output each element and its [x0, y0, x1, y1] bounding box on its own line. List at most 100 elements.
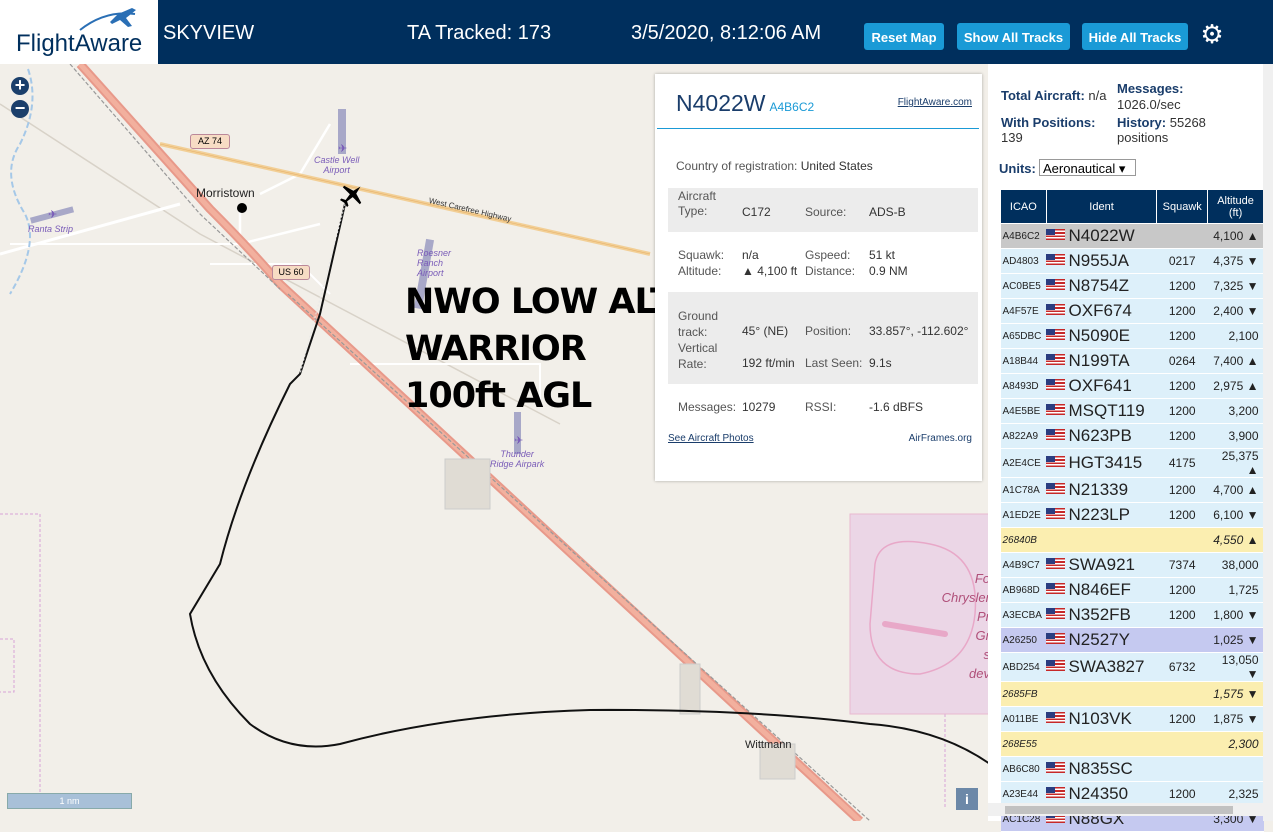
airport-icon: ✈: [338, 143, 348, 155]
table-row[interactable]: A011BE N103VK 1200 1,875 ▼: [1000, 706, 1264, 732]
table-row[interactable]: A4F57E OXF674 1200 2,400 ▼: [1000, 298, 1264, 324]
altitude-cell: 4,550 ▲: [1207, 527, 1264, 553]
col-icao[interactable]: ICAO: [1000, 189, 1047, 224]
squawk-cell: 1200: [1156, 273, 1208, 299]
scrollbar-thumb[interactable]: [1005, 806, 1233, 814]
icao-cell: 2685FB: [1000, 681, 1047, 707]
units-select[interactable]: Aeronautical ▾: [1039, 159, 1136, 176]
altitude-cell: 2,400 ▼: [1207, 298, 1264, 324]
altitude-cell: 1,725: [1207, 577, 1264, 603]
us-flag-icon: [1046, 379, 1066, 390]
squawk-cell: 1200: [1156, 423, 1208, 449]
table-row[interactable]: A3ECBA N352FB 1200 1,800 ▼: [1000, 602, 1264, 628]
icao-cell: AB6C80: [1000, 756, 1047, 782]
messages-rate: Messages: 1026.0/sec: [1117, 81, 1183, 113]
last-seen-value: 9.1s: [869, 356, 892, 370]
table-row[interactable]: A4B9C7 SWA921 7374 38,000: [1000, 552, 1264, 578]
squawk-cell: 1200: [1156, 577, 1208, 603]
table-row[interactable]: A822A9 N623PB 1200 3,900: [1000, 423, 1264, 449]
aircraft-photos-link[interactable]: See Aircraft Photos: [668, 433, 754, 444]
altitude-cell: 3,900: [1207, 423, 1264, 449]
table-row[interactable]: A18B44 N199TA 0264 7,400 ▲: [1000, 348, 1264, 374]
ident-cell: N8754Z: [1068, 273, 1157, 299]
messages-rate-value: 1026.0/sec: [1117, 97, 1181, 112]
squawk-cell: 1200: [1156, 706, 1208, 732]
table-row[interactable]: ABD254 SWA3827 6732 13,050 ▼: [1000, 652, 1264, 682]
table-row[interactable]: AD4803 N955JA 0217 4,375 ▼: [1000, 248, 1264, 274]
airframes-link[interactable]: AirFrames.org: [909, 433, 972, 444]
ident-cell: N199TA: [1068, 348, 1157, 374]
col-ident[interactable]: Ident: [1045, 189, 1158, 224]
source-value: ADS-B: [869, 205, 906, 219]
messages-rate-label: Messages:: [1117, 81, 1184, 96]
source-label: Source:: [805, 205, 847, 219]
us-flag-icon: [1046, 558, 1066, 569]
col-altitude[interactable]: Altitude (ft): [1207, 189, 1264, 224]
zoom-out-button[interactable]: −: [11, 99, 29, 118]
table-row[interactable]: A65DBC N5090E 1200 2,100: [1000, 323, 1264, 349]
show-all-tracks-button[interactable]: Show All Tracks: [957, 23, 1070, 50]
country-row: Country of registration: United States: [676, 159, 873, 173]
flightaware-logo[interactable]: FlightAware: [0, 0, 158, 64]
aircraft-info-popup: N4022W A4B6C2 FlightAware.com Country of …: [655, 74, 982, 481]
gspeed-value: 51 kt: [869, 248, 896, 262]
altitude-label: Altitude:: [678, 264, 722, 278]
table-row[interactable]: A8493D OXF641 1200 2,975 ▲: [1000, 373, 1264, 399]
vrate-value: 192 ft/min: [742, 356, 795, 370]
units-label: Units:: [999, 161, 1036, 176]
altitude-cell: 1,575 ▼: [1207, 681, 1264, 707]
info-button[interactable]: i: [956, 788, 978, 810]
ident-cell: [1068, 681, 1157, 707]
shield-az74: AZ 74: [190, 134, 230, 149]
ident-cell: N223LP: [1068, 502, 1157, 528]
zoom-in-button[interactable]: +: [11, 76, 29, 95]
squawk-value: n/a: [742, 248, 759, 262]
aircraft-marker-icon[interactable]: [339, 182, 365, 208]
table-row[interactable]: 268E55 2,300: [1000, 731, 1264, 757]
squawk-cell: 1200: [1156, 477, 1208, 503]
ident-cell: HGT3415: [1068, 448, 1157, 478]
top-bar: FlightAware SKYVIEW TA Tracked: 173 3/5/…: [0, 0, 1273, 64]
ident-cell: N955JA: [1068, 248, 1157, 274]
altitude-cell: 2,100: [1207, 323, 1264, 349]
table-row[interactable]: A2E4CE HGT3415 4175 25,375 ▲: [1000, 448, 1264, 478]
brand-name: FlightAware: [16, 30, 143, 57]
col-squawk[interactable]: Squawk: [1156, 189, 1209, 224]
ident-cell: MSQT119: [1068, 398, 1157, 424]
hide-all-tracks-button[interactable]: Hide All Tracks: [1082, 23, 1188, 50]
distance-label: Distance:: [805, 264, 856, 278]
ta-tracked-count: TA Tracked: 173: [407, 22, 552, 44]
altitude-cell: 38,000: [1207, 552, 1264, 578]
flightaware-link[interactable]: FlightAware.com: [898, 97, 972, 108]
icao-cell: AC0BE5: [1000, 273, 1047, 299]
total-aircraft-value: n/a: [1088, 88, 1107, 103]
icao-cell: AD4803: [1000, 248, 1047, 274]
table-row[interactable]: AC0BE5 N8754Z 1200 7,325 ▼: [1000, 273, 1264, 299]
us-flag-icon: [1046, 429, 1066, 440]
table-row[interactable]: AB6C80 N835SC: [1000, 756, 1264, 782]
table-row[interactable]: A4E5BE MSQT119 1200 3,200: [1000, 398, 1264, 424]
table-row[interactable]: A1ED2E N223LP 1200 6,100 ▼: [1000, 502, 1264, 528]
icao-cell: A4E5BE: [1000, 398, 1047, 424]
ident-cell: [1068, 731, 1157, 757]
gear-icon[interactable]: ⚙: [1198, 20, 1226, 48]
ground-track-label: Ground track:: [678, 309, 719, 339]
altitude-cell: 2,300: [1207, 731, 1264, 757]
altitude-cell: [1207, 756, 1264, 782]
table-row[interactable]: 2685FB 1,575 ▼: [1000, 681, 1264, 707]
table-row[interactable]: 26840B 4,550 ▲: [1000, 527, 1264, 553]
us-flag-icon: [1046, 762, 1066, 773]
last-seen-label: Last Seen:: [805, 356, 863, 370]
reset-map-button[interactable]: Reset Map: [864, 23, 944, 50]
table-row[interactable]: AB968D N846EF 1200 1,725: [1000, 577, 1264, 603]
ident-cell: N4022W: [1068, 223, 1157, 249]
icao-cell: A1C78A: [1000, 477, 1047, 503]
altitude-cell: 4,700 ▲: [1207, 477, 1264, 503]
with-positions: With Positions: 139: [1001, 115, 1096, 145]
table-row[interactable]: A1C78A N21339 1200 4,700 ▲: [1000, 477, 1264, 503]
table-row[interactable]: A4B6C2 N4022W 4,100 ▲: [1000, 223, 1264, 249]
altitude-cell: 1,875 ▼: [1207, 706, 1264, 732]
table-row[interactable]: A26250 N2527Y 1,025 ▼: [1000, 627, 1264, 653]
vertical-scrollbar[interactable]: [1263, 64, 1273, 821]
total-aircraft-label: Total Aircraft:: [1001, 88, 1085, 103]
